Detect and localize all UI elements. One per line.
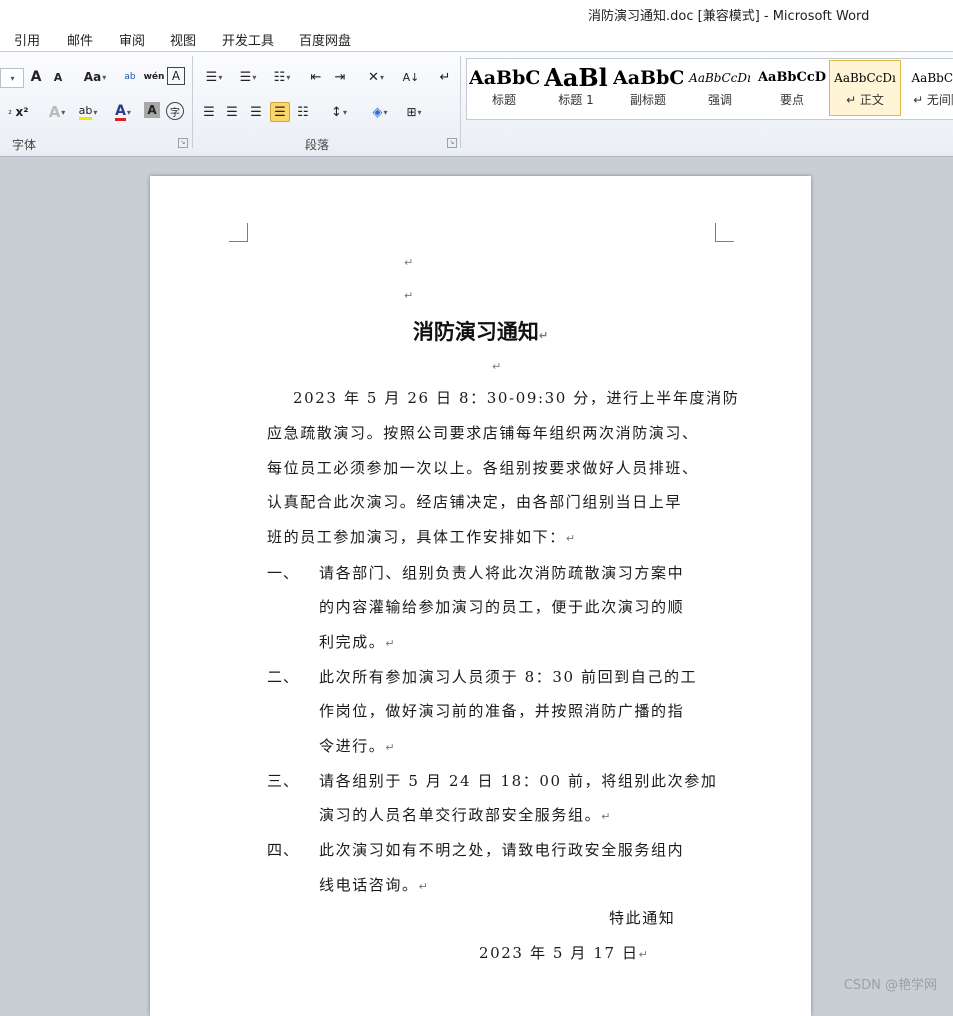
align-right-button[interactable]: ☰ <box>246 102 266 122</box>
increase-indent-button[interactable]: ⇥ <box>330 67 350 87</box>
text-effect-button[interactable]: A ▾ <box>44 102 70 122</box>
list-item-line: 令进行。↵ <box>319 737 397 755</box>
tab-review[interactable]: 审阅 <box>119 30 145 49</box>
char-border-button[interactable]: A <box>167 67 185 85</box>
body-line: 2023 年 5 月 26 日 8：30-09:30 分，进行上半年度消防 <box>293 389 740 407</box>
list-item-line: 此次演习如有不明之处，请致电行政安全服务组内 <box>319 841 685 859</box>
font-dialog-launcher-icon[interactable]: ↘ <box>178 138 188 148</box>
list-item-line: 线电话咨询。↵ <box>319 876 430 894</box>
list-number: 二、 <box>267 668 300 686</box>
style-emphasis[interactable]: AaBbCcDı 强调 <box>685 61 755 115</box>
window-title: 消防演习通知.doc [兼容模式] - Microsoft Word <box>588 9 870 24</box>
group-divider <box>192 56 193 148</box>
line-spacing-button[interactable]: ↕ ▾ <box>326 102 352 122</box>
tab-mailings[interactable]: 邮件 <box>67 30 93 49</box>
style-normal[interactable]: AaBbCcDı ↵ 正文 <box>829 60 901 116</box>
font-group-label: 字体 <box>12 138 37 152</box>
list-number: 一、 <box>267 564 300 582</box>
numbering-button[interactable]: ☰ ▾ <box>233 67 263 87</box>
list-item-line: 请各部门、组别负责人将此次消防疏散演习方案中 <box>319 564 685 582</box>
style-heading-1[interactable]: AaBl 标题 1 <box>541 61 611 115</box>
body-line: 班的员工参加演习，具体工作安排如下：↵ <box>267 528 577 546</box>
closing-text: 特此通知 <box>609 909 676 927</box>
chinese-layout-button[interactable]: ✕ ▾ <box>362 67 390 87</box>
tab-references[interactable]: 引用 <box>14 30 40 49</box>
clear-format-icon[interactable]: ab <box>120 67 140 87</box>
shrink-font-button[interactable]: A <box>48 67 68 87</box>
ribbon: ▾ A A Aa ▾ ab wén A ₂ x² A ▾ ab ▾ A ▾ A 字 字体… <box>0 51 953 157</box>
enclose-characters-button[interactable]: 字 <box>166 102 184 120</box>
body-line: 每位员工必须参加一次以上。各组别按要求做好人员排班、 <box>267 459 699 477</box>
decrease-indent-button[interactable]: ⇤ <box>306 67 326 87</box>
sort-button[interactable]: A↓ <box>401 67 421 87</box>
document-page[interactable]: ↵ ↵ 消防演习通知↵ ↵ 2023 年 5 月 26 日 8：30-09:30… <box>150 176 811 1016</box>
list-item-line: 此次所有参加演习人员须于 8：30 前回到自己的工 <box>319 668 698 686</box>
font-size-combobox[interactable]: ▾ <box>0 68 24 88</box>
list-number: 三、 <box>267 772 300 790</box>
show-marks-icon[interactable]: ↵ <box>435 67 455 87</box>
style-subtitle[interactable]: AaBbC 副标题 <box>613 61 683 115</box>
body-line: 应急疏散演习。按照公司要求店铺每年组织两次消防演习、 <box>267 424 699 442</box>
distributed-button[interactable]: ☷ <box>293 102 313 122</box>
style-title[interactable]: AaBbC 标题 <box>469 61 539 115</box>
paragraph-mark: ↵ <box>404 256 414 269</box>
list-item-line: 请各组别于 5 月 24 日 18：00 前，将组别此次参加 <box>319 772 718 790</box>
paragraph-mark: ↵ <box>404 289 414 302</box>
title-bar: 消防演习通知.doc [兼容模式] - Microsoft Word <box>0 0 953 26</box>
list-item-line: 的内容灌输给参加演习的员工，便于此次演习的顺 <box>319 598 685 616</box>
tab-baidu-netdisk[interactable]: 百度网盘 <box>299 30 351 49</box>
styles-gallery: AaBbC 标题 AaBl 标题 1 AaBbC 副标题 AaBbCcDı 强调… <box>466 58 953 120</box>
body-line: 认真配合此次演习。经店铺决定，由各部门组别当日上早 <box>267 493 683 511</box>
paragraph-mark: ↵ <box>492 360 502 373</box>
change-case-button[interactable]: Aa ▾ <box>82 67 108 87</box>
list-item-line: 演习的人员名单交行政部安全服务组。↵ <box>319 806 613 824</box>
watermark: CSDN @艳学网 <box>843 978 937 993</box>
style-strong[interactable]: AaBbCcD 要点 <box>757 61 827 115</box>
tab-view[interactable]: 视图 <box>170 30 196 49</box>
tab-developer[interactable]: 开发工具 <box>222 30 274 49</box>
group-divider <box>460 56 461 148</box>
list-number: 四、 <box>267 841 300 859</box>
multilevel-list-button[interactable]: ☷ ▾ <box>267 67 297 87</box>
list-item-line: 利完成。↵ <box>319 633 397 651</box>
font-color-button[interactable]: A ▾ <box>109 102 137 122</box>
paragraph-dialog-launcher-icon[interactable]: ↘ <box>447 138 457 148</box>
align-left-button[interactable]: ☰ <box>199 102 219 122</box>
margin-corner-mark <box>229 223 248 242</box>
list-item-line: 作岗位，做好演习前的准备，并按照消防广播的指 <box>319 702 685 720</box>
superscript-button[interactable]: x² <box>12 102 32 122</box>
justify-button[interactable]: ☰ <box>270 102 290 122</box>
margin-corner-mark <box>715 223 734 242</box>
grow-font-button[interactable]: A <box>26 67 46 87</box>
borders-button[interactable]: ⊞ ▾ <box>400 102 428 122</box>
ribbon-tabs: 引用 邮件 审阅 视图 开发工具 百度网盘 <box>0 26 953 51</box>
align-center-button[interactable]: ☰ <box>222 102 242 122</box>
document-title: 消防演习通知↵ <box>412 319 549 344</box>
char-shading-button[interactable]: A <box>144 102 160 118</box>
bullets-button[interactable]: ☰ ▾ <box>199 67 229 87</box>
style-no-spacing[interactable]: AaBbCcI ↵ 无间隔 <box>903 61 953 115</box>
shading-button[interactable]: ◈ ▾ <box>366 102 394 122</box>
pinyin-guide-button[interactable]: wén <box>144 67 165 87</box>
highlight-button[interactable]: ab ▾ <box>73 102 103 122</box>
document-date: 2023 年 5 月 17 日↵ <box>479 944 650 962</box>
paragraph-group-label: 段落 <box>305 138 330 152</box>
